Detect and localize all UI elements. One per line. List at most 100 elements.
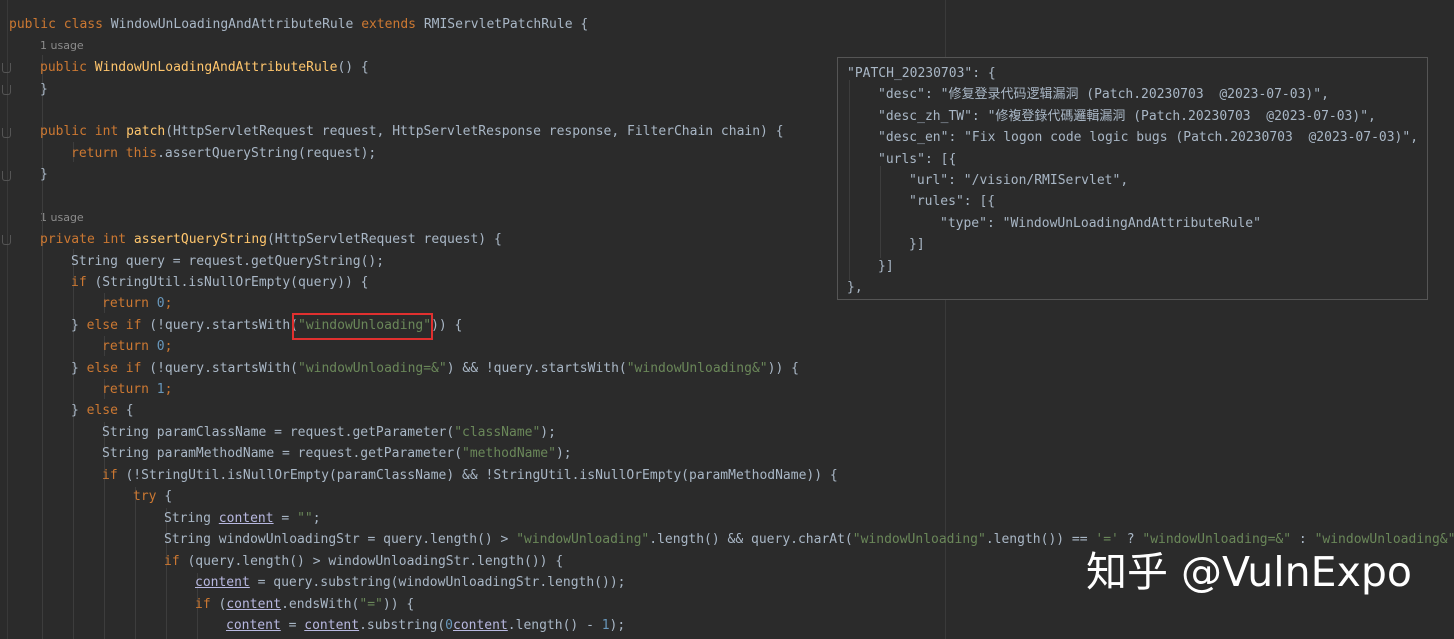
code-token: "windowUnloading" xyxy=(516,532,650,547)
code-token: String windowUnloadingStr = query.length… xyxy=(164,532,517,547)
code-line[interactable]: } else { xyxy=(71,400,134,421)
code-line[interactable]: try { xyxy=(133,486,172,507)
code-token: )) { xyxy=(431,318,463,333)
code-token: WindowUnLoadingAndAttributeRule xyxy=(110,17,362,32)
usage-hint-assert-query-string[interactable]: 1 usage xyxy=(40,210,84,226)
code-token: else if xyxy=(86,361,150,376)
code-token: )) { xyxy=(382,597,415,612)
code-token: content xyxy=(226,597,282,612)
code-token: { xyxy=(125,403,134,418)
code-token: } xyxy=(40,167,48,182)
indent-guide xyxy=(135,487,136,639)
code-token: String query = request.getQueryString(); xyxy=(71,254,385,269)
code-token: ); xyxy=(540,425,556,440)
code-token: return xyxy=(102,296,157,311)
code-token: ; xyxy=(312,511,321,526)
code-token: )) { xyxy=(767,361,799,376)
code-token: public class xyxy=(9,17,111,32)
json-line: }] xyxy=(878,258,894,274)
code-token: (query.length() > windowUnloadingStr.len… xyxy=(187,554,564,569)
code-line[interactable]: String content = ""; xyxy=(164,508,321,529)
code-line[interactable]: } else if (!query.startsWith("windowUnlo… xyxy=(71,358,799,379)
code-line[interactable]: String query = request.getQueryString(); xyxy=(71,251,384,272)
code-line[interactable]: public class WindowUnLoadingAndAttribute… xyxy=(9,14,588,35)
code-token: .substring( xyxy=(359,618,446,633)
code-token: () { xyxy=(337,60,369,75)
json-line: "rules": [{ xyxy=(909,194,996,210)
code-line[interactable]: } xyxy=(40,164,48,185)
code-token: 0 xyxy=(156,296,165,311)
code-token: (!query.startsWith( xyxy=(149,361,298,376)
code-token: String xyxy=(164,511,219,526)
code-line[interactable]: if (StringUtil.isNullOrEmpty(query)) { xyxy=(71,272,368,293)
code-token: return this xyxy=(71,146,158,161)
code-token: .length() && query.charAt( xyxy=(649,532,853,547)
code-line[interactable]: if (content.endsWith("=")) { xyxy=(195,594,414,615)
code-token: = xyxy=(273,511,298,526)
code-token: return xyxy=(102,339,157,354)
code-token: "className" xyxy=(454,425,541,440)
code-line[interactable]: return 0; xyxy=(102,336,172,357)
json-line: "desc": "修复登录代码逻辑漏洞 (Patch.20230703 @202… xyxy=(878,87,1329,103)
json-line: "PATCH_20230703": { xyxy=(847,66,996,81)
code-token: content xyxy=(195,575,250,590)
json-line: "type": "WindowUnLoadingAndAttributeRule… xyxy=(940,215,1261,231)
fold-marker[interactable] xyxy=(2,128,11,138)
code-token: extends xyxy=(361,17,424,32)
indent-guide xyxy=(73,249,74,639)
gutter-divider xyxy=(7,0,8,639)
code-token: content xyxy=(226,618,281,633)
json-line: }] xyxy=(909,237,925,253)
json-line: }, xyxy=(847,280,863,295)
code-token: content xyxy=(304,618,360,633)
code-token: (!query.startsWith( xyxy=(149,318,298,333)
code-token: if xyxy=(102,468,126,483)
indent-guide xyxy=(849,80,850,280)
code-token: content xyxy=(218,511,274,526)
code-token: "" xyxy=(297,511,313,526)
code-line[interactable]: } xyxy=(40,79,48,100)
code-line[interactable]: return 0; xyxy=(102,293,172,314)
code-token: ); xyxy=(609,618,626,633)
code-token: else if xyxy=(86,318,150,333)
code-line[interactable]: content = content.substring(0content.len… xyxy=(226,615,625,636)
code-token: "windowUnloading" xyxy=(852,532,986,547)
code-token: ; xyxy=(164,339,173,354)
code-token: String paramMethodName = request.getPara… xyxy=(102,446,463,461)
fold-marker[interactable] xyxy=(2,63,11,73)
code-token: assertQueryString xyxy=(133,232,267,247)
fold-marker[interactable] xyxy=(2,171,11,181)
code-line[interactable]: public WindowUnLoadingAndAttributeRule()… xyxy=(40,57,369,78)
code-token: RMIServletPatchRule { xyxy=(423,17,589,32)
code-line[interactable]: if (query.length() > windowUnloadingStr.… xyxy=(164,551,563,572)
code-token: .length() - xyxy=(507,618,602,633)
json-line: "urls": [{ xyxy=(878,151,957,167)
code-line[interactable]: return this.assertQueryString(request); xyxy=(71,143,376,164)
code-line[interactable]: return 1; xyxy=(102,379,172,400)
json-line: "url": "/vision/RMIServlet", xyxy=(909,173,1129,188)
code-token: 0 xyxy=(445,618,453,633)
code-token: public xyxy=(40,60,95,75)
code-token: String paramClassName = request.getParam… xyxy=(102,425,455,440)
code-line[interactable]: String paramClassName = request.getParam… xyxy=(102,422,556,443)
code-token: } xyxy=(71,361,87,376)
code-line[interactable]: private int assertQueryString(HttpServle… xyxy=(40,229,502,250)
usage-hint-constructor[interactable]: 1 usage xyxy=(40,38,84,54)
indent-guide xyxy=(42,55,43,639)
code-token: "windowUnloading=&" xyxy=(298,361,447,376)
code-token: private int xyxy=(40,232,134,247)
json-line: "desc_zh_TW": "修複登錄代碼邏輯漏洞 (Patch.2023070… xyxy=(878,108,1376,124)
code-line[interactable]: content = query.substring(windowUnloadin… xyxy=(195,572,625,593)
fold-marker[interactable] xyxy=(2,235,11,245)
code-token: ; xyxy=(164,382,173,397)
code-token: = query.substring(windowUnloadingStr.len… xyxy=(249,575,626,590)
code-token: return xyxy=(102,382,157,397)
code-token: } xyxy=(71,318,87,333)
code-token: .assertQueryString(request); xyxy=(157,146,377,161)
code-token: (StringUtil.isNullOrEmpty(query)) { xyxy=(94,275,369,290)
code-line[interactable]: String paramMethodName = request.getPara… xyxy=(102,443,572,464)
fold-marker[interactable] xyxy=(2,85,11,95)
code-token: if xyxy=(164,554,188,569)
code-line[interactable]: public int patch(HttpServletRequest requ… xyxy=(40,121,784,142)
code-line[interactable]: if (!StringUtil.isNullOrEmpty(paramClass… xyxy=(102,465,838,486)
